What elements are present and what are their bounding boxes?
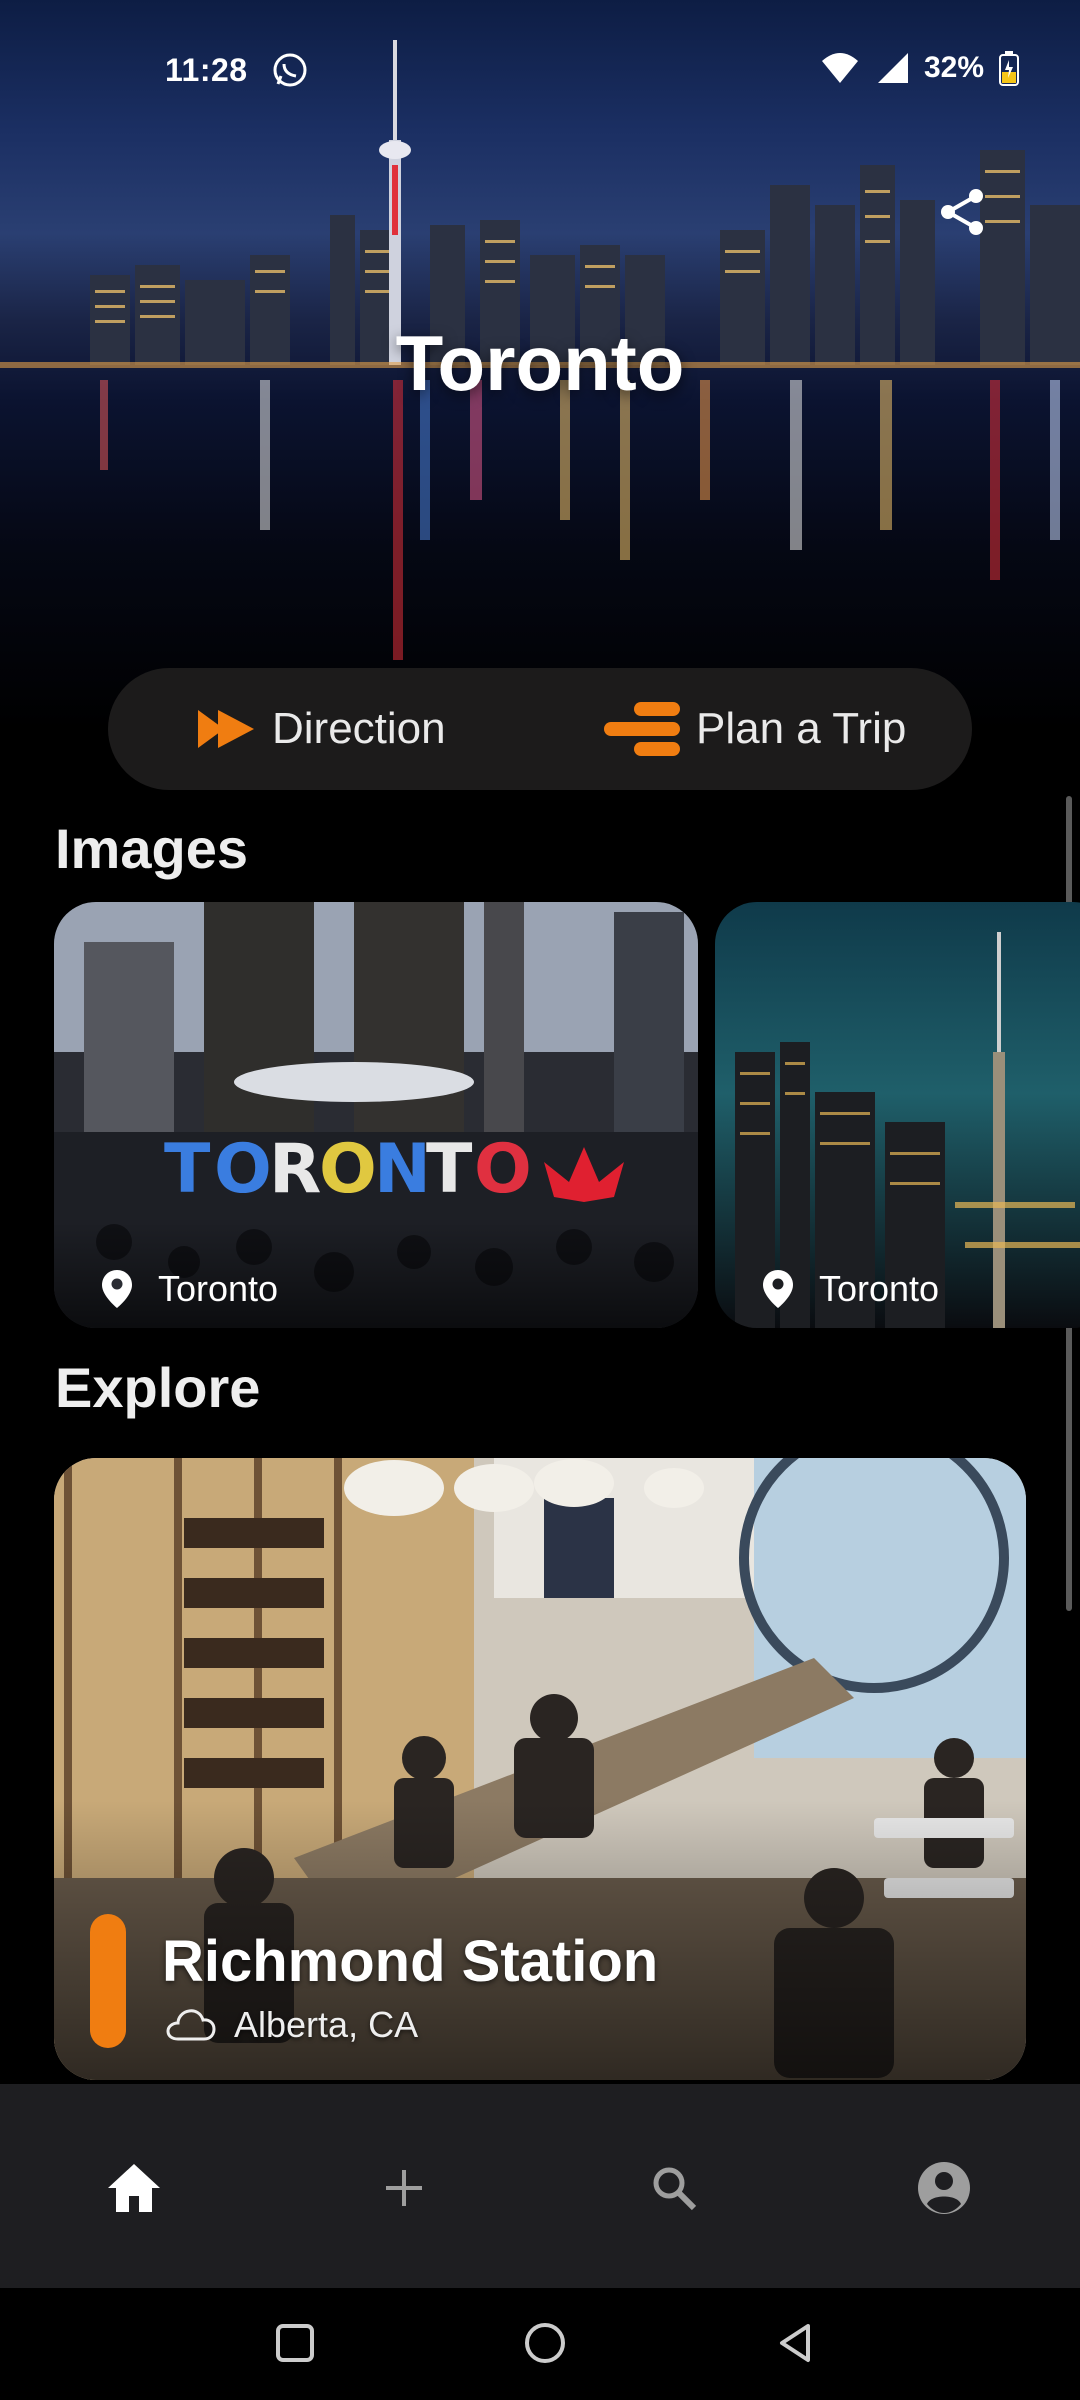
plan-trip-button[interactable]: Plan a Trip xyxy=(600,668,906,790)
nav-search[interactable] xyxy=(644,2158,704,2218)
direction-label: Direction xyxy=(272,704,446,753)
explore-card[interactable]: Richmond Station Alberta, CA xyxy=(54,1458,1026,2080)
action-bar: Direction Plan a Trip xyxy=(108,668,972,790)
search-icon xyxy=(653,2167,697,2211)
nav-add[interactable] xyxy=(374,2158,434,2218)
svg-text:O: O xyxy=(319,1130,377,1209)
nav-home[interactable] xyxy=(104,2158,164,2218)
status-time: 11:28 xyxy=(165,52,248,88)
image-card-location: Toronto xyxy=(761,1268,939,1310)
image-card-location: Toronto xyxy=(100,1268,278,1310)
images-section-title: Images xyxy=(55,817,248,880)
share-icon[interactable] xyxy=(936,186,988,238)
plan-trip-icon xyxy=(604,702,680,756)
nav-profile[interactable] xyxy=(914,2158,974,2218)
explore-accent-bar xyxy=(90,1914,126,2048)
direction-button[interactable]: Direction xyxy=(194,668,446,790)
signal-icon xyxy=(877,53,908,83)
location-pin-icon xyxy=(763,1270,793,1308)
hero-banner: 11:28 32% Toronto xyxy=(0,0,1080,730)
home-icon xyxy=(108,2164,160,2212)
profile-icon xyxy=(918,2162,970,2214)
add-icon xyxy=(386,2170,422,2206)
cloud-icon xyxy=(166,2009,216,2041)
toronto-night-photo xyxy=(715,902,1080,1328)
system-navigation-bar xyxy=(0,2288,1080,2400)
recent-apps-icon[interactable] xyxy=(270,2318,320,2368)
plan-trip-label: Plan a Trip xyxy=(696,704,907,753)
svg-text:T: T xyxy=(164,1130,211,1209)
image-card-location-text: Toronto xyxy=(819,1268,940,1309)
svg-text:R: R xyxy=(269,1130,321,1209)
explore-card-subtitle: Alberta, CA xyxy=(166,2004,418,2046)
direction-icon xyxy=(198,710,254,748)
explore-card-location: Alberta, CA xyxy=(234,2004,419,2045)
svg-text:O: O xyxy=(474,1130,532,1209)
back-icon[interactable] xyxy=(770,2318,820,2368)
bottom-navigation xyxy=(0,2084,1080,2288)
explore-card-title: Richmond Station xyxy=(162,1929,659,1994)
svg-text:N: N xyxy=(374,1130,431,1209)
city-title: Toronto xyxy=(395,319,685,407)
status-icons: 32% xyxy=(820,50,1020,86)
image-card[interactable]: Toronto xyxy=(715,902,1080,1328)
image-card[interactable]: T O R O N T O Toronto xyxy=(54,902,698,1328)
explore-section-title: Explore xyxy=(55,1356,261,1419)
location-pin-icon xyxy=(102,1270,132,1308)
image-card-location-text: Toronto xyxy=(158,1268,279,1309)
svg-text:O: O xyxy=(214,1130,272,1209)
toronto-sign-photo: T O R O N T O xyxy=(54,902,698,1328)
whatsapp-icon xyxy=(273,53,307,87)
battery-percent: 32% xyxy=(923,51,984,84)
wifi-icon xyxy=(821,53,858,83)
battery-icon xyxy=(999,51,1019,86)
home-circle-icon[interactable] xyxy=(520,2318,570,2368)
svg-text:T: T xyxy=(426,1130,473,1209)
